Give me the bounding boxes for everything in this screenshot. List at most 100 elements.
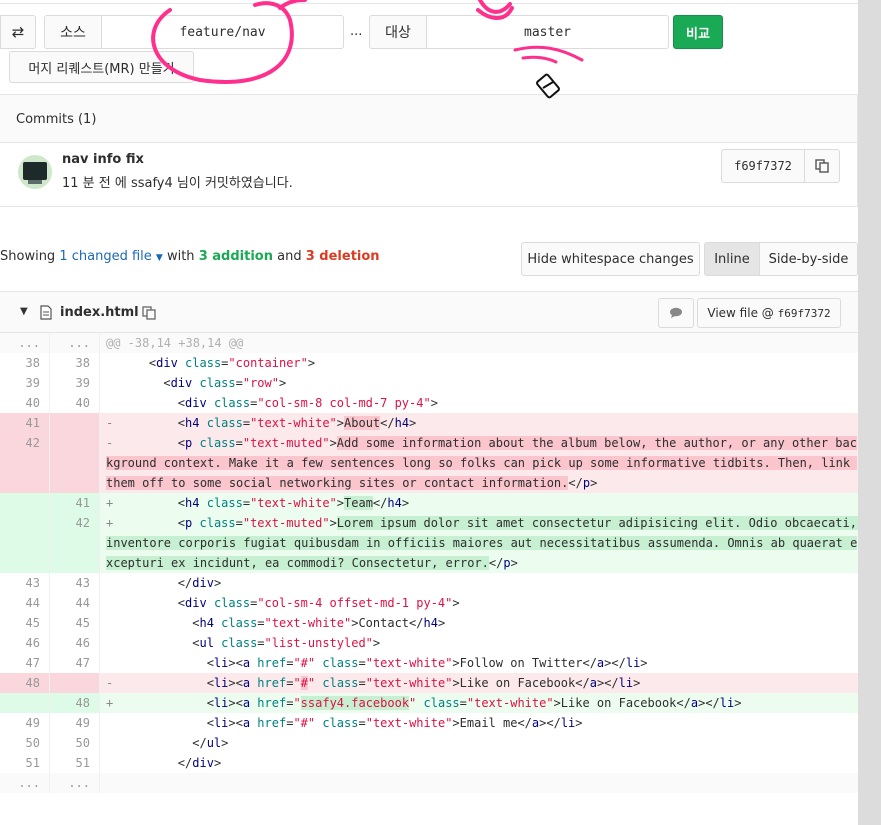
old-line-number[interactable]: 51 [0, 753, 50, 773]
side-by-side-button[interactable]: Side-by-side [759, 242, 858, 276]
compare-button[interactable]: 비교 [673, 15, 723, 49]
line-content: - <p class="text-muted">Add some informa… [106, 436, 858, 490]
new-line-number[interactable] [50, 673, 100, 693]
changed-files-label: 1 changed file [59, 249, 152, 264]
new-line-number[interactable]: ... [50, 773, 100, 793]
diff-line: 46 46 <ul class="list-unstyled"> [0, 633, 858, 653]
new-line-number[interactable]: 47 [50, 653, 100, 673]
line-content: <div class="col-sm-4 offset-md-1 py-4"> [120, 596, 460, 610]
new-line-number[interactable]: 51 [50, 753, 100, 773]
old-line-number[interactable]: 42 [0, 433, 50, 493]
inline-view-button[interactable]: Inline [704, 242, 760, 276]
old-line-number[interactable]: 47 [0, 653, 50, 673]
diff-table: ...... @@ -38,14 +38,14 @@ 38 38 <div class… [0, 333, 865, 793]
view-file-sha: f69f7372 [777, 306, 831, 320]
new-line-number[interactable]: 49 [50, 713, 100, 733]
new-line-number[interactable]: 42 [50, 513, 100, 573]
new-line-number[interactable]: 48 [50, 693, 100, 713]
old-line-number[interactable]: ... [0, 773, 50, 793]
old-line-number[interactable] [0, 693, 50, 713]
window-edge [858, 0, 881, 825]
target-branch-select[interactable]: master [426, 15, 669, 49]
old-line-number[interactable]: 40 [0, 393, 50, 413]
line-content: + <p class="text-muted">Lorem ipsum dolo… [100, 513, 865, 573]
line-content: + <li><a href="ssafy4.facebook" class="t… [106, 696, 742, 710]
additions-count: 3 addition [198, 249, 273, 264]
diff-line: 45 45 <h4 class="text-white">Contact</h4> [0, 613, 858, 633]
commits-header: Commits (1) [0, 95, 857, 143]
summary-and: and [277, 249, 302, 264]
diff-line: 50 50 </ul> [0, 733, 858, 753]
old-line-number[interactable]: 43 [0, 573, 50, 593]
new-line-number[interactable]: 44 [50, 593, 100, 613]
old-line-number[interactable]: 39 [0, 373, 50, 393]
old-line-number[interactable]: 41 [0, 413, 50, 433]
collapse-caret-icon[interactable]: ▼ [20, 306, 28, 317]
new-line-number[interactable]: 50 [50, 733, 100, 753]
copy-path-icon[interactable] [142, 306, 156, 320]
line-content: <h4 class="text-white">Contact</h4> [120, 616, 446, 630]
line-content: <li><a href="#" class="text-white">Email… [120, 716, 583, 730]
diff-line: 48 - <li><a href="#" class="text-white">L… [0, 673, 858, 693]
diff-line: 51 51 </div> [0, 753, 858, 773]
diff-line: 47 47 <li><a href="#" class="text-white">… [0, 653, 858, 673]
old-line-number[interactable]: 49 [0, 713, 50, 733]
new-line-number[interactable]: 46 [50, 633, 100, 653]
file-name[interactable]: index.html [60, 305, 139, 320]
swap-branches-button[interactable]: ⇄ [0, 15, 36, 49]
hide-whitespace-button[interactable]: Hide whitespace changes [521, 242, 700, 276]
diff-line: 39 39 <div class="row"> [0, 373, 858, 393]
summary-with: with [166, 249, 195, 264]
diff-line: ...... [0, 773, 858, 793]
new-line-number[interactable]: 40 [50, 393, 100, 413]
source-branch-value: feature/nav [179, 24, 266, 40]
new-line-number[interactable]: 45 [50, 613, 100, 633]
toggle-comments-button[interactable] [658, 298, 694, 328]
avatar[interactable] [18, 155, 52, 189]
target-label: 대상 [369, 15, 427, 49]
old-line-number[interactable]: 48 [0, 673, 50, 693]
old-line-number[interactable]: 38 [0, 353, 50, 373]
new-line-number[interactable]: ... [50, 333, 100, 353]
line-content: <ul class="list-unstyled"> [120, 636, 381, 650]
old-line-number[interactable]: 45 [0, 613, 50, 633]
avatar-screen-icon [23, 162, 47, 180]
diff-line: 42 - <p class="text-muted">Add some infor… [0, 433, 858, 493]
old-line-number[interactable] [0, 513, 50, 573]
line-content: <li><a href="#" class="text-white">Follo… [120, 656, 648, 670]
new-line-number[interactable] [50, 413, 100, 433]
old-line-number[interactable]: 50 [0, 733, 50, 753]
line-content: </div> [120, 756, 222, 770]
caret-down-icon: ▼ [155, 253, 163, 263]
line-content: <div class="row"> [120, 376, 287, 390]
old-line-number[interactable]: 44 [0, 593, 50, 613]
file-icon [40, 305, 52, 320]
diff-line: 40 40 <div class="col-sm-8 col-md-7 py-4"… [0, 393, 858, 413]
line-content: <div class="container"> [120, 356, 316, 370]
commit-sha: f69f7372 [734, 159, 792, 173]
commits-header-label: Commits (1) [16, 112, 97, 127]
new-line-number[interactable]: 38 [50, 353, 100, 373]
new-line-number[interactable]: 43 [50, 573, 100, 593]
new-line-number[interactable]: 41 [50, 493, 100, 513]
new-line-number[interactable]: 39 [50, 373, 100, 393]
target-branch-value: master [524, 24, 571, 40]
diff-summary: Showing 1 changed file ▼ with 3 addition… [0, 249, 380, 264]
diff-line: 42 + <p class="text-muted">Lorem ipsum do… [0, 513, 865, 573]
copy-sha-button[interactable] [804, 149, 840, 183]
line-content: @@ -38,14 +38,14 @@ [106, 336, 244, 350]
create-merge-request-button[interactable]: 머지 리퀘스트(MR) 만들기 [9, 51, 194, 83]
old-line-number[interactable]: ... [0, 333, 50, 353]
old-line-number[interactable]: 46 [0, 633, 50, 653]
commit-sha-button[interactable]: f69f7372 [721, 149, 805, 183]
new-line-number[interactable] [50, 433, 100, 493]
copy-icon [815, 159, 829, 173]
line-content: <div class="col-sm-8 col-md-7 py-4"> [120, 396, 438, 410]
source-label: 소스 [44, 15, 102, 49]
commit-title[interactable]: nav info fix [62, 152, 144, 167]
line-content [100, 773, 858, 793]
source-branch-select[interactable]: feature/nav [101, 15, 344, 49]
old-line-number[interactable] [0, 493, 50, 513]
view-file-button[interactable]: View file @ f69f7372 [697, 298, 841, 328]
changed-files-dropdown[interactable]: 1 changed file ▼ [59, 249, 163, 264]
